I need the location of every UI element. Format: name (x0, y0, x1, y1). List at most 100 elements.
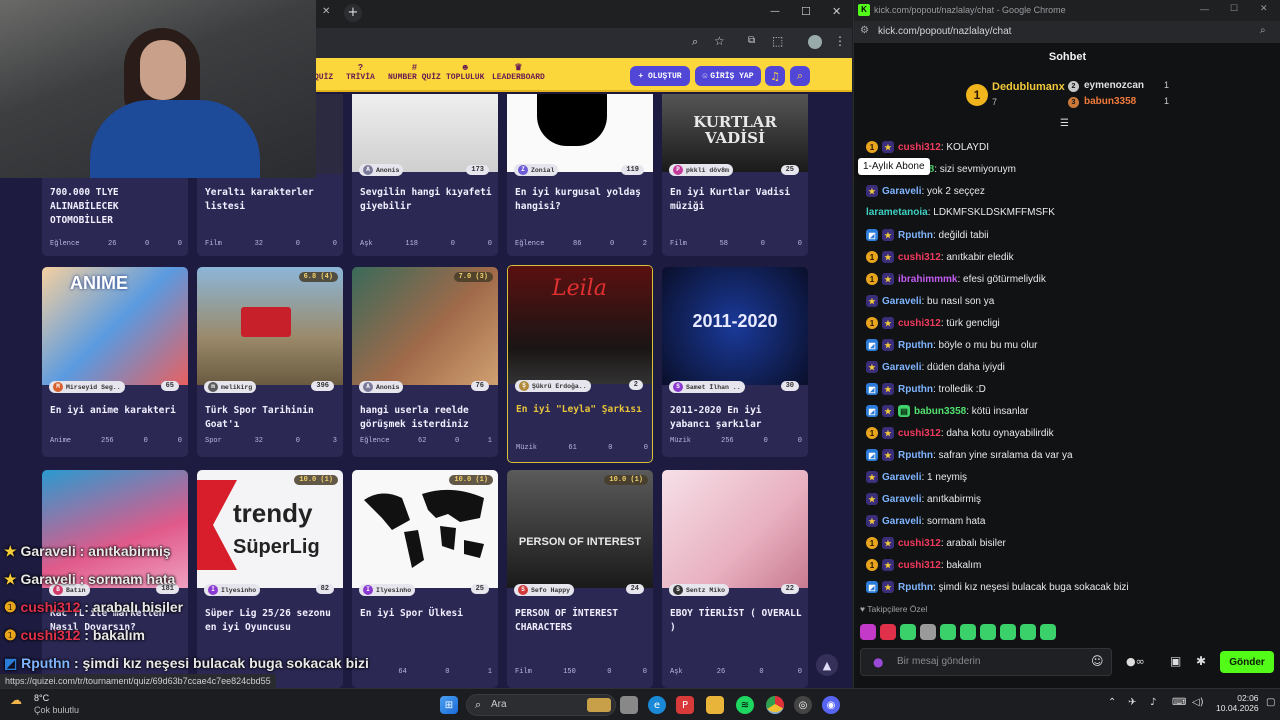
chat-username[interactable]: Garaveli (882, 516, 921, 527)
emote[interactable] (960, 624, 976, 640)
quiz-card[interactable]: PERSON OF INTEREST 10.0 (1) S Sefo Happy … (507, 470, 653, 688)
network-icon[interactable]: ⌨ (1172, 697, 1186, 708)
vip-star-badge-icon[interactable]: ★ (882, 229, 894, 241)
emote[interactable] (980, 624, 996, 640)
users-icon[interactable]: ●∞ (1126, 655, 1145, 668)
chat-username[interactable]: cushi312 (898, 252, 941, 263)
chat-username[interactable]: larametanoia (866, 207, 928, 218)
volume-icon[interactable]: ◁) (1192, 697, 1204, 708)
search-icon[interactable]: ⌕ (790, 66, 810, 86)
tab-close-icon[interactable]: ✕ (322, 6, 330, 17)
nav-trivia[interactable]: ? TRİVİA (346, 63, 375, 82)
vip-star-badge-icon[interactable]: ★ (882, 581, 894, 593)
microphone-icon[interactable]: ● (873, 655, 883, 669)
vip-star-badge-icon[interactable]: ★ (882, 405, 894, 417)
quiz-card[interactable]: A Anonis 173 Sevgilin hangi kıyafeti giye… (352, 94, 498, 256)
store-icon[interactable]: ▣ (1170, 654, 1181, 668)
vip-star-badge-icon[interactable]: ★ (882, 141, 894, 153)
vip-star-badge-icon[interactable]: ★ (882, 383, 894, 395)
login-button[interactable]: ☺ GİRİŞ YAP (695, 66, 761, 86)
weather-desc[interactable]: Çok bulutlu (34, 705, 79, 715)
vip-star-badge-icon[interactable]: ★ (882, 317, 894, 329)
quiz-card[interactable]: Z Zonial 119 En iyi kurgusal yoldaş hangi… (507, 94, 653, 256)
pinned-toggle-icon[interactable]: ☰ (1060, 118, 1069, 129)
chat-username[interactable]: Rputhn (898, 384, 933, 395)
bookmark-star-icon[interactable]: ☆ (714, 34, 725, 48)
quiz-card[interactable]: ANIME M Mirseyid Seg.. 65 En iyi anime ka… (42, 267, 188, 457)
chat-username[interactable]: babun3358 (914, 406, 966, 417)
vip-star-badge-icon[interactable]: ★ (882, 559, 894, 571)
close-window-button[interactable]: ✕ (1260, 3, 1268, 14)
chat-username[interactable]: Garaveli (882, 186, 921, 197)
site-info-icon[interactable]: ⚙ (860, 25, 869, 36)
vip-star-badge-icon[interactable]: ★ (882, 449, 894, 461)
vip-star-badge-icon[interactable]: ★ (882, 427, 894, 439)
maximize-button[interactable]: ☐ (1230, 3, 1238, 14)
nav-number-quiz[interactable]: # NUMBER QUİZ (388, 63, 441, 82)
subscriber-badge-icon[interactable]: ◩ (866, 339, 878, 351)
vip-star-badge-icon[interactable]: ★ (866, 493, 878, 505)
chat-username[interactable]: Rputhn (898, 340, 933, 351)
chat-username[interactable]: Garaveli (882, 362, 921, 373)
nav-topluluk[interactable]: ☻ TOPLULUK (446, 63, 484, 82)
badge-badge-icon[interactable]: ▤ (898, 405, 910, 417)
chat-username[interactable]: Garaveli (882, 494, 921, 505)
quiz-card[interactable]: 6.8 (4) m melikirg 396 Türk Spor Tarihini… (197, 267, 343, 457)
quiz-card[interactable]: 7.0 (3) A Anonis 76 hangi userla reelde g… (352, 267, 498, 457)
discord-icon[interactable]: ◉ (822, 696, 840, 714)
close-window-button[interactable]: ✕ (832, 5, 841, 18)
emote[interactable] (920, 624, 936, 640)
chat-username[interactable]: cushi312 (898, 318, 941, 329)
new-tab-button[interactable]: + (344, 4, 362, 22)
notification-icon[interactable]: ▢ (1266, 697, 1275, 708)
scroll-to-top-button[interactable]: ▲ (816, 654, 838, 676)
chat-url[interactable]: kick.com/popout/nazlalay/chat (878, 26, 1011, 37)
chat-username[interactable]: Rputhn (898, 582, 933, 593)
zoom-icon[interactable]: ⌕ (692, 35, 698, 49)
vip-star-badge-icon[interactable]: ★ (866, 295, 878, 307)
zoom-icon[interactable]: ⌕ (1260, 25, 1266, 36)
quiz-card[interactable]: 10.0 (1) I Ilyesinho 25 En iyi Spor Ülkes… (352, 470, 498, 688)
subscriber-badge-icon[interactable]: ◩ (866, 405, 878, 417)
microphone-tray-icon[interactable]: ♪ (1150, 697, 1156, 708)
nav-quiz[interactable]: QUİZ (314, 73, 333, 82)
file-explorer-icon[interactable] (706, 696, 724, 714)
vip-star-badge-icon[interactable]: ★ (866, 471, 878, 483)
subscriber-badge-icon[interactable]: ◩ (866, 229, 878, 241)
chat-username[interactable]: cushi312 (898, 560, 941, 571)
vip-star-badge-icon[interactable]: ★ (866, 185, 878, 197)
chrome-icon[interactable] (766, 696, 784, 714)
subscriber-badge-icon[interactable]: ◩ (866, 449, 878, 461)
maximize-button[interactable]: ☐ (801, 5, 811, 18)
emote[interactable] (1020, 624, 1036, 640)
subscriber-badge-icon[interactable]: ◩ (866, 383, 878, 395)
create-button[interactable]: + OLUŞTUR (630, 66, 690, 86)
send-button[interactable]: Gönder (1220, 651, 1274, 673)
extensions-icon[interactable]: ⬚ (772, 34, 783, 48)
chat-username[interactable]: cushi312 (898, 538, 941, 549)
gift-rank-badge-icon[interactable]: 1 (866, 273, 878, 285)
notification-bell-icon[interactable]: ♫ (765, 66, 785, 86)
start-button-icon[interactable]: ⊞ (440, 696, 458, 714)
nav-leaderboard[interactable]: ♛ LEADERBOARD (492, 63, 545, 82)
quiz-card[interactable]: 2011-2020 S Samet İlhan .. 30 2011-2020 E… (662, 267, 808, 457)
chat-input-box[interactable]: ● Bir mesaj gönderin ☺ (860, 648, 1112, 676)
vip-star-badge-icon[interactable]: ★ (882, 251, 894, 263)
app-icon[interactable]: ◎ (794, 696, 812, 714)
taskbar-search[interactable]: ⌕ Ara (466, 694, 616, 716)
chat-username[interactable]: ibrahimmmk (898, 274, 957, 285)
chat-username[interactable]: Rputhn (898, 230, 933, 241)
gift-rank-badge-icon[interactable]: 1 (866, 537, 878, 549)
clock[interactable]: 02:06 10.04.2026 (1216, 693, 1259, 713)
chat-username[interactable]: Rputhn (898, 450, 933, 461)
quiz-card-hovered[interactable]: Leila Ş Şükrü Erdoğa.. 2 En iyi "Leyla" Ş… (507, 265, 653, 463)
chat-username[interactable]: cushi312 (898, 142, 941, 153)
chat-input-placeholder[interactable]: Bir mesaj gönderin (897, 656, 980, 667)
vip-star-badge-icon[interactable]: ★ (882, 273, 894, 285)
tray-icon[interactable]: ✈ (1128, 697, 1136, 708)
app-icon[interactable]: P (676, 696, 694, 714)
vip-star-badge-icon[interactable]: ★ (866, 515, 878, 527)
chat-username[interactable]: cushi312 (898, 428, 941, 439)
gift-rank-badge-icon[interactable]: 1 (866, 317, 878, 329)
emote[interactable] (1000, 624, 1016, 640)
